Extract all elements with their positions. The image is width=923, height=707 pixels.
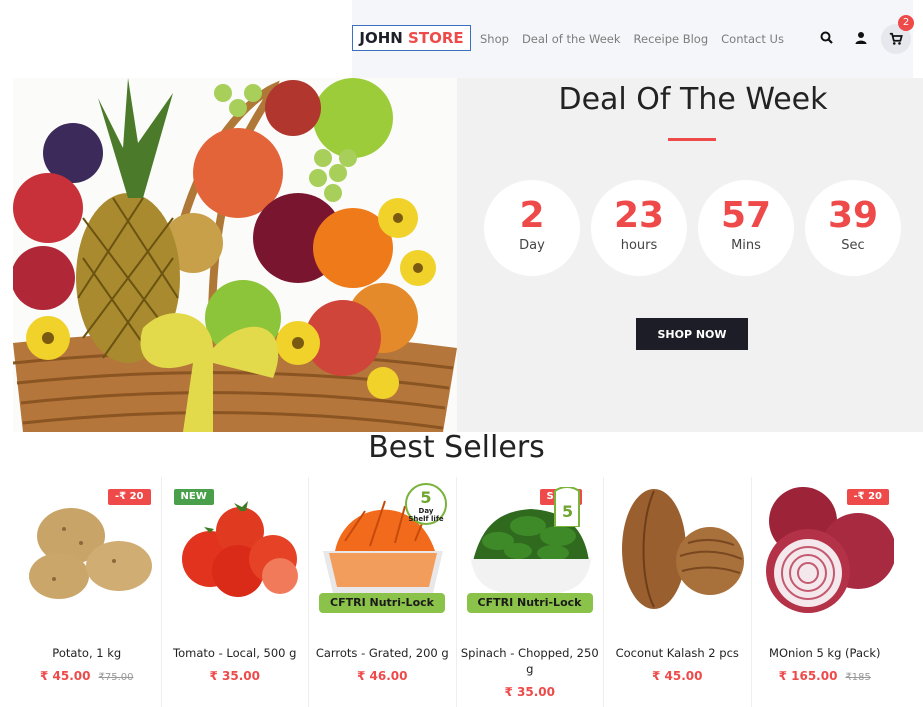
product-old-price: ₹75.00 <box>98 672 134 683</box>
product-name[interactable]: Tomato - Local, 500 g <box>166 645 305 661</box>
shelf-life-label: life <box>431 515 444 523</box>
product-prices: ₹ 165.00 ₹185 <box>752 669 899 683</box>
countdown-days: 2 Day <box>484 180 580 276</box>
shelf-life-badge-icon: 5 <box>553 487 580 527</box>
product-name[interactable]: MOnion 5 kg (Pack) <box>756 645 895 661</box>
countdown-mins-value: 57 <box>720 195 772 236</box>
nav-links: Shop Deal of the Week Receipe Blog Conta… <box>480 32 784 46</box>
top-nav: JOHN STORE Shop Deal of the Week Receipe… <box>352 0 914 78</box>
user-icon[interactable] <box>853 30 869 46</box>
cart-count-badge: 2 <box>898 15 914 31</box>
svg-text:5: 5 <box>562 502 573 521</box>
cart-icon <box>889 32 903 45</box>
product-card-tomato[interactable]: NEW Tomato - Local, 500 g ₹ 35.00 <box>160 477 309 707</box>
discount-tag: -₹ 20 <box>108 489 151 505</box>
fruit-basket-image <box>13 78 457 432</box>
nav-link-recipe-blog[interactable]: Receipe Blog <box>634 32 709 46</box>
product-prices: ₹ 35.00 <box>162 669 309 683</box>
product-name[interactable]: Carrots - Grated, 200 g <box>313 645 452 661</box>
store-logo[interactable]: JOHN STORE <box>352 25 471 51</box>
logo-text-store: STORE <box>408 29 464 47</box>
discount-tag: -₹ 20 <box>846 489 890 505</box>
product-price: ₹ 45.00 <box>40 669 91 683</box>
product-name[interactable]: Spinach - Chopped, 250 g <box>461 645 600 677</box>
title-underline <box>668 138 716 141</box>
product-price: ₹ 45.00 <box>652 669 703 683</box>
nutri-lock-banner: CFTRI Nutri-Lock <box>466 593 593 613</box>
countdown-mins-label: Mins <box>731 238 761 253</box>
product-price: ₹ 165.00 <box>778 669 838 683</box>
product-prices: ₹ 35.00 <box>457 685 604 699</box>
product-card-onion[interactable]: -₹ 20 MOnion 5 kg (Pack) ₹ 165.00 ₹185 <box>750 477 899 707</box>
nav-link-contact-us[interactable]: Contact Us <box>721 32 784 46</box>
nutri-lock-banner: CFTRI Nutri-Lock <box>319 593 445 613</box>
coconut-image <box>622 489 744 609</box>
best-sellers-title: Best Sellers <box>368 430 545 465</box>
product-prices: ₹ 46.00 <box>309 669 456 683</box>
product-card-potato[interactable]: -₹ 20 Potato, 1 kg ₹ 45.00 ₹75.00 <box>13 477 161 707</box>
deal-hero: Deal Of The Week 2 Day 23 hours 57 Mins … <box>13 78 923 432</box>
nav-link-shop[interactable]: Shop <box>480 32 509 46</box>
product-card-carrots[interactable]: 5 Day Shelf life CFTRI Nutri-Lock Carrot… <box>308 477 456 707</box>
search-icon[interactable] <box>819 30 835 46</box>
new-tag: NEW <box>173 489 214 505</box>
shop-now-button[interactable]: SHOP NOW <box>636 318 748 350</box>
product-price: ₹ 35.00 <box>504 685 555 699</box>
shelf-day-label: Day <box>418 507 434 515</box>
product-name[interactable]: Coconut Kalash 2 pcs <box>608 645 747 661</box>
product-price: ₹ 35.00 <box>209 669 260 683</box>
product-prices: ₹ 45.00 ₹75.00 <box>13 669 161 683</box>
product-list: -₹ 20 Potato, 1 kg ₹ 45.00 ₹75.00 NEW Tom… <box>13 477 901 707</box>
shelf-shelf-label: Shelf <box>408 515 429 523</box>
product-old-price: ₹185 <box>845 672 871 683</box>
countdown-days-label: Day <box>519 238 545 253</box>
shelf-days: 5 <box>420 488 432 507</box>
countdown-secs-value: 39 <box>827 195 879 236</box>
countdown-secs: 39 Sec <box>805 180 901 276</box>
logo-text-john: JOHN <box>359 29 403 47</box>
countdown-mins: 57 Mins <box>698 180 794 276</box>
product-prices: ₹ 45.00 <box>604 669 751 683</box>
product-price: ₹ 46.00 <box>357 669 408 683</box>
deal-title: Deal Of The Week <box>558 82 828 117</box>
nav-link-deal-of-the-week[interactable]: Deal of the Week <box>522 32 621 46</box>
product-card-coconut[interactable]: Coconut Kalash 2 pcs ₹ 45.00 <box>603 477 751 707</box>
product-card-spinach[interactable]: SALE 5 CFTRI Nutri-Lock Spinach - Choppe… <box>455 477 604 707</box>
countdown-secs-label: Sec <box>841 238 865 253</box>
product-name[interactable]: Potato, 1 kg <box>17 645 157 661</box>
countdown-hours: 23 hours <box>591 180 687 276</box>
countdown-hours-label: hours <box>620 238 658 253</box>
countdown-hours-value: 23 <box>613 195 665 236</box>
countdown-days-value: 2 <box>519 195 545 236</box>
shelf-life-badge: 5 Day Shelf life <box>405 483 447 525</box>
